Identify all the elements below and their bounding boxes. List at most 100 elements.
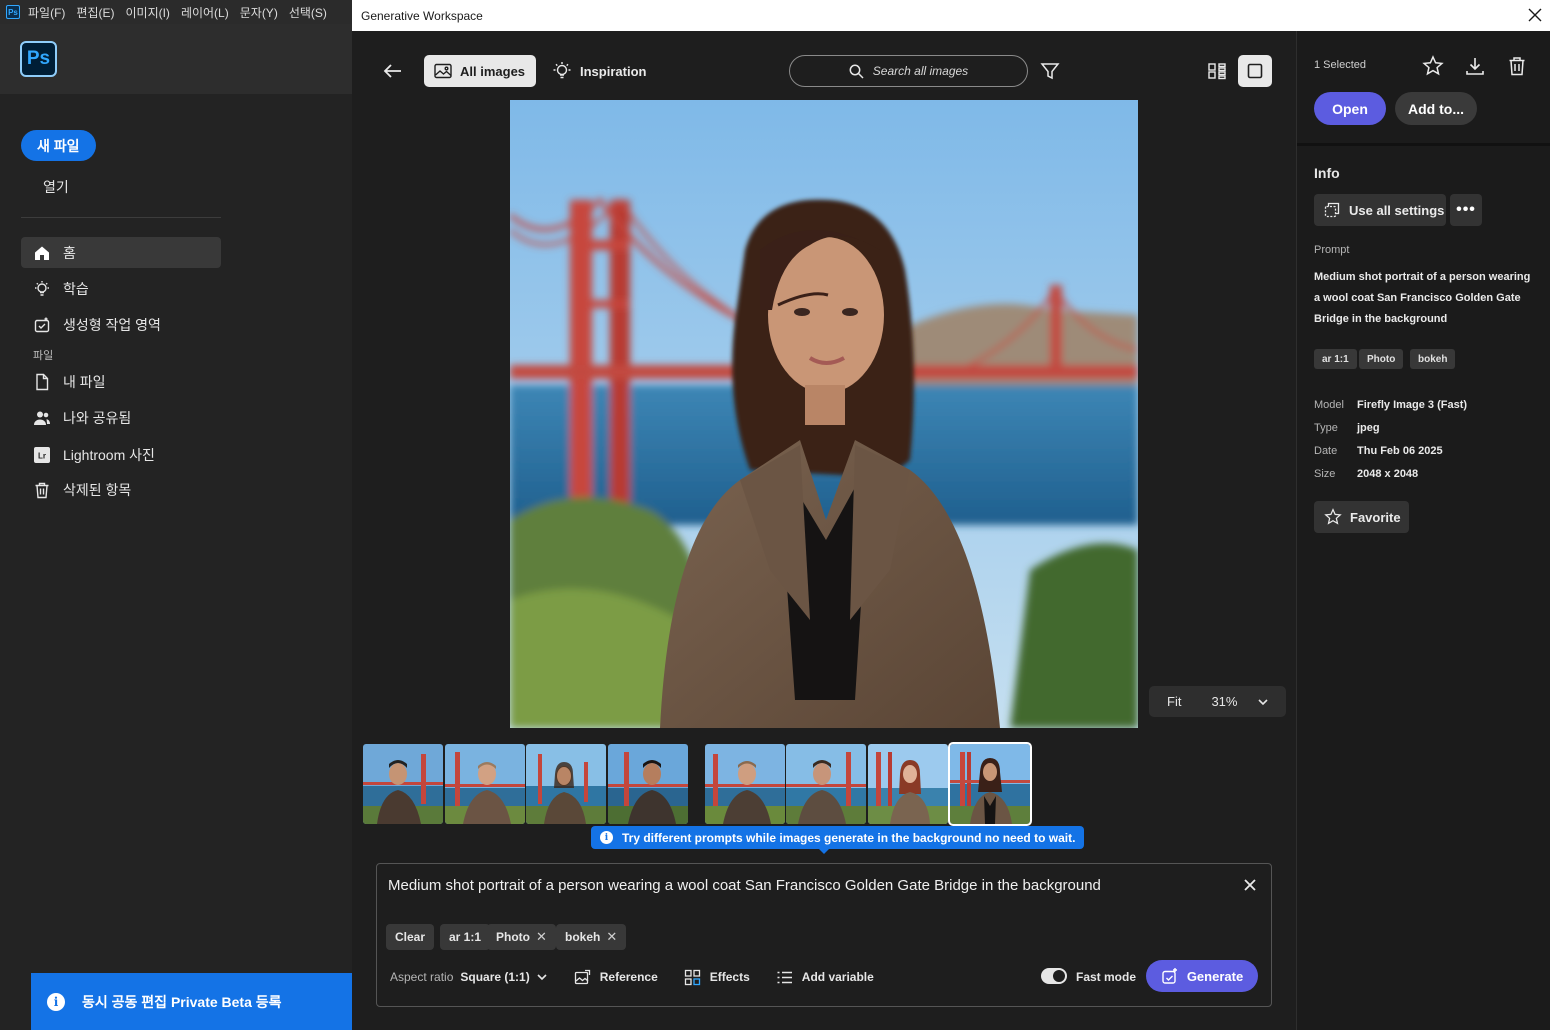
sidebar-item-deleted[interactable]: 삭제된 항목: [21, 474, 221, 505]
tag: bokeh: [1410, 349, 1456, 369]
back-arrow-icon[interactable]: [382, 60, 404, 82]
inspiration-button[interactable]: Inspiration: [552, 55, 646, 87]
chip-label: Photo: [496, 930, 530, 944]
aspect-ratio-label: Aspect ratio: [390, 970, 454, 984]
trash-icon[interactable]: [1506, 55, 1528, 77]
generate-label: Generate: [1186, 968, 1244, 984]
photo-chip[interactable]: Photo ✕: [487, 924, 556, 950]
main-area: All images Inspiration Search all images: [352, 31, 1296, 1030]
generate-button[interactable]: Generate: [1146, 960, 1258, 992]
close-icon[interactable]: [1526, 6, 1544, 24]
lightroom-icon: Lr: [33, 446, 51, 464]
thumbnail[interactable]: [363, 744, 443, 824]
menu-select[interactable]: 선택(S): [289, 4, 327, 21]
sidebar-item-home[interactable]: 홈: [21, 237, 221, 268]
main-generated-image[interactable]: [510, 100, 1138, 728]
sidebar-item-label: 삭제된 항목: [63, 481, 132, 498]
favorite-button[interactable]: Favorite: [1314, 501, 1409, 533]
use-all-settings-label: Use all settings: [1349, 202, 1445, 218]
prompt-label: Prompt: [1314, 244, 1350, 256]
use-all-settings-button[interactable]: Use all settings: [1314, 194, 1446, 226]
generative-workspace-icon: [33, 316, 51, 334]
window-title: Generative Workspace: [361, 8, 483, 23]
copy-settings-icon: [1324, 202, 1340, 218]
chevron-down-icon[interactable]: [1257, 696, 1269, 708]
menu-edit[interactable]: 편집(E): [76, 4, 114, 21]
selection-count: 1 Selected: [1314, 59, 1366, 71]
meta-key-size: Size: [1314, 468, 1336, 480]
remove-chip-icon[interactable]: ✕: [606, 929, 617, 945]
reference-button[interactable]: Reference: [574, 969, 658, 986]
sidebar-item-learn[interactable]: 학습: [21, 273, 221, 304]
effects-button[interactable]: Effects: [684, 969, 750, 986]
remove-chip-icon[interactable]: ✕: [536, 929, 547, 945]
tooltip-text: Try different prompts while images gener…: [622, 830, 1076, 845]
home-icon: [33, 244, 51, 262]
lightbulb-icon: [33, 280, 51, 298]
all-images-label: All images: [460, 63, 526, 79]
thumbnail[interactable]: [608, 744, 688, 824]
thumbnail[interactable]: [445, 744, 525, 824]
home-sidebar: Ps 새 파일 열기 홈 학습 생성형 작업 영역 파일 내 파일 나와 공유됨: [0, 24, 352, 1030]
photoshop-app-icon: Ps: [6, 5, 20, 19]
star-icon[interactable]: [1422, 55, 1444, 77]
fast-mode-label: Fast mode: [1076, 970, 1137, 984]
prompt-panel: Medium shot portrait of a person wearing…: [376, 863, 1272, 1007]
thumbnail-selected[interactable]: [948, 742, 1032, 826]
open-image-button[interactable]: Open: [1314, 92, 1386, 125]
chip-label: bokeh: [565, 930, 601, 944]
filter-icon[interactable]: [1040, 61, 1060, 81]
zoom-fit-option[interactable]: Fit: [1167, 694, 1181, 709]
meta-key-date: Date: [1314, 445, 1338, 457]
reference-label: Reference: [599, 970, 658, 984]
grid-view-icon[interactable]: [1207, 61, 1227, 81]
aspect-ratio-select[interactable]: Square (1:1): [460, 970, 529, 984]
effects-label: Effects: [709, 970, 750, 984]
more-options-button[interactable]: •••: [1450, 194, 1482, 226]
tag: ar 1:1: [1314, 349, 1357, 369]
logo-bar: Ps: [0, 24, 352, 94]
menu-type[interactable]: 문자(Y): [240, 4, 278, 21]
info-panel: 1 Selected Open Add to... Info Use all s…: [1296, 31, 1550, 1030]
search-input[interactable]: Search all images: [789, 55, 1028, 87]
zoom-control[interactable]: Fit 31%: [1149, 686, 1286, 717]
close-icon[interactable]: [1243, 878, 1257, 892]
sidebar-item-generative-workspace[interactable]: 생성형 작업 영역: [21, 309, 221, 340]
chevron-down-icon[interactable]: [536, 971, 548, 983]
sidebar-item-shared-with-me[interactable]: 나와 공유됨: [21, 402, 221, 433]
menu-image[interactable]: 이미지(I): [125, 4, 169, 21]
single-view-button[interactable]: [1238, 55, 1272, 87]
prompt-input[interactable]: Medium shot portrait of a person wearing…: [388, 877, 1101, 894]
beta-signup-banner[interactable]: i 동시 공동 편집 Private Beta 등록: [31, 973, 352, 1030]
add-to-button[interactable]: Add to...: [1395, 92, 1477, 125]
open-button[interactable]: 열기: [43, 177, 69, 197]
aspect-ratio-chip[interactable]: ar 1:1: [440, 924, 491, 950]
svg-text:Lr: Lr: [38, 451, 46, 460]
meta-key-type: Type: [1314, 422, 1338, 434]
effects-icon: [684, 969, 700, 985]
inspiration-label: Inspiration: [580, 63, 647, 79]
thumbnail[interactable]: [705, 744, 785, 824]
info-tooltip: i Try different prompts while images gen…: [591, 826, 1085, 854]
new-file-button[interactable]: 새 파일: [21, 130, 96, 161]
clear-chip[interactable]: Clear: [386, 924, 435, 950]
single-view-icon: [1247, 63, 1263, 79]
meta-key-model: Model: [1314, 399, 1344, 411]
bokeh-chip[interactable]: bokeh ✕: [556, 924, 627, 950]
download-icon[interactable]: [1464, 55, 1486, 77]
chip-label: Clear: [395, 930, 426, 944]
all-images-button[interactable]: All images: [424, 55, 537, 87]
thumbnail[interactable]: [526, 744, 606, 824]
thumbnail[interactable]: [868, 744, 948, 824]
reference-image-icon: [574, 969, 590, 984]
add-variable-button[interactable]: Add variable: [776, 969, 874, 986]
fast-mode-toggle[interactable]: [1041, 968, 1067, 984]
files-section-label: 파일: [33, 350, 54, 362]
meta-value-size: 2048 x 2048: [1357, 468, 1419, 480]
sidebar-item-my-files[interactable]: 내 파일: [21, 366, 221, 397]
sidebar-item-lightroom-photos[interactable]: Lr Lightroom 사진: [21, 439, 221, 470]
tag: Photo: [1359, 349, 1404, 369]
thumbnail[interactable]: [786, 744, 866, 824]
menu-layer[interactable]: 레이어(L): [181, 4, 229, 21]
menu-file[interactable]: 파일(F): [28, 4, 65, 21]
